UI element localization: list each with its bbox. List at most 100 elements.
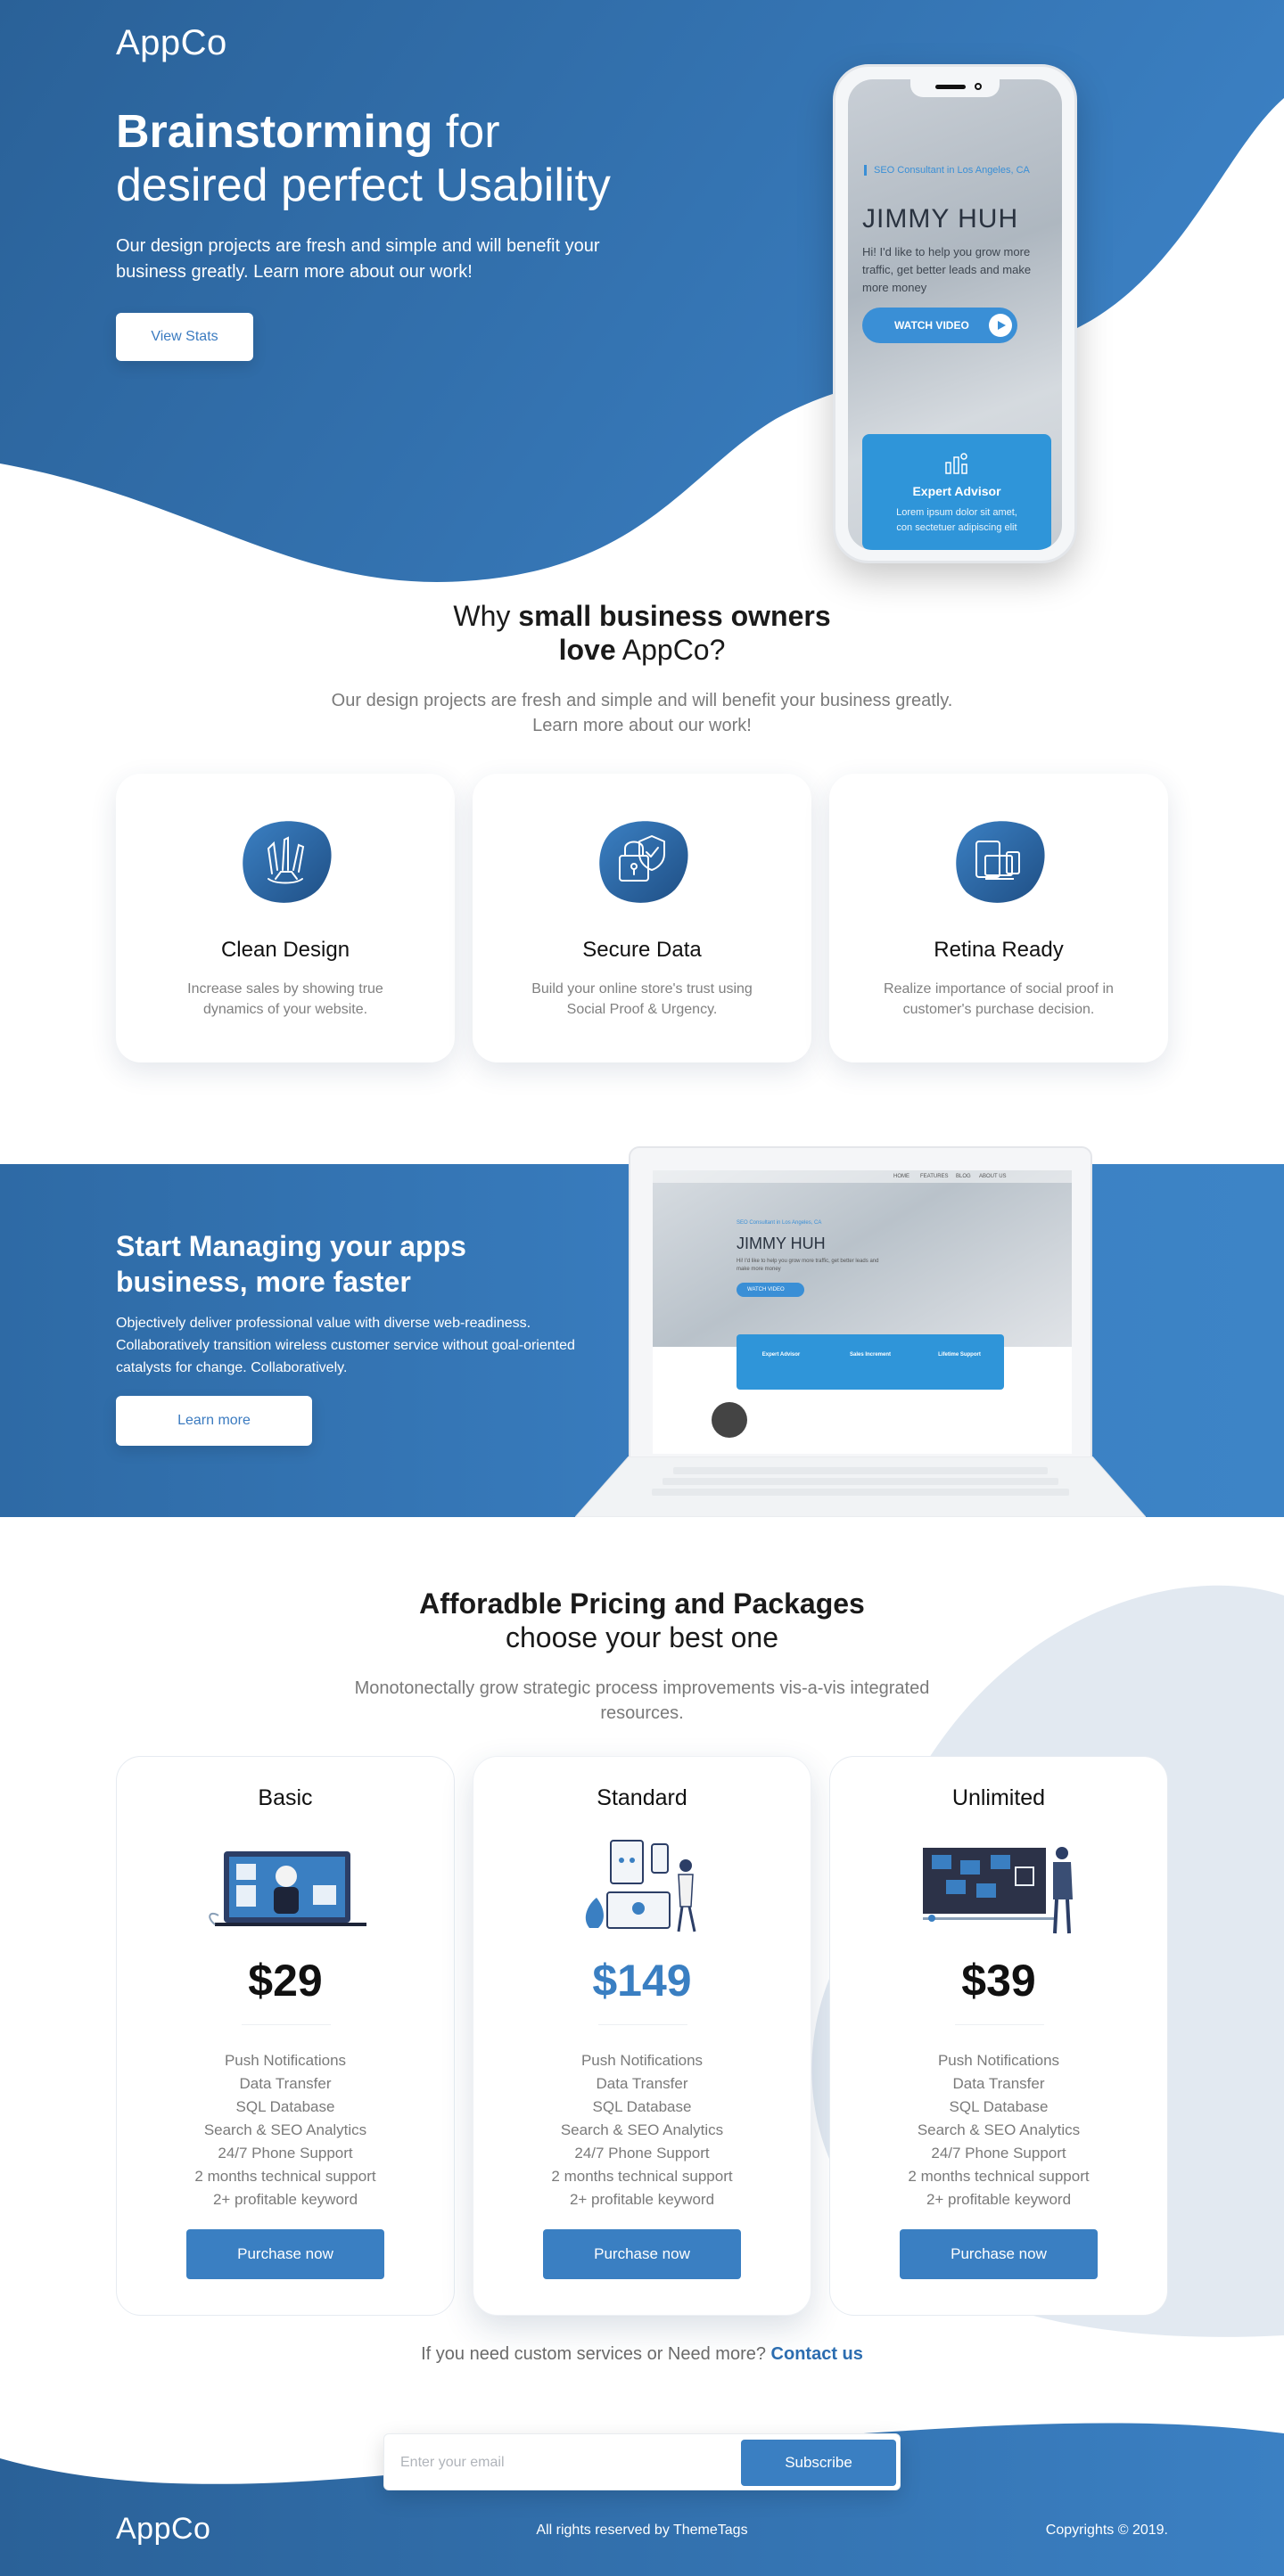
plan-feature: Search & SEO Analytics [917,2121,1081,2138]
newsletter-form: Subscribe [383,2433,901,2490]
view-stats-button[interactable]: View Stats [116,313,253,361]
phone-notch [910,79,1000,97]
manage-title: Start Managing your apps business, more … [116,1230,466,1298]
purchase-standard-button[interactable]: Purchase now [543,2229,741,2279]
phone-text: Hi! I'd like to help you grow more traff… [862,245,1032,294]
nav-item: FEATURES [920,1174,949,1179]
plan-feature: Data Transfer [952,2075,1045,2092]
laptop-tagline: SEO Consultant in Los Angeles, CA [737,1220,822,1226]
divider [955,2024,1044,2025]
plan-feature: SQL Database [949,2098,1049,2115]
plan-feature: 24/7 Phone Support [574,2145,710,2162]
laptop-card: Sales Increment [849,1352,892,1358]
laptop-base [575,1456,1146,1517]
phone-screen: SEO Consultant in Los Angeles, CA JIMMY … [848,79,1062,550]
pricing-card-basic: Basic $29 Push Notifications Data Transf… [116,1756,455,2316]
speaker-grille [935,85,966,89]
plan-feature: SQL Database [235,2098,335,2115]
chart-icon [945,453,967,474]
hero-description: Our design projects are fresh and simple… [116,236,600,282]
plan-features: Push Notifications Data Transfer SQL Dat… [473,2049,811,2211]
phone-card-text: Lorem ipsum dolor sit amet, con sectetue… [896,507,1017,533]
workspace-illustration [209,1851,366,1926]
hero-background [0,0,1284,582]
plan-feature: Search & SEO Analytics [560,2121,724,2138]
divider [242,2024,331,2025]
phone-card-title: Expert Advisor [912,484,1001,498]
plan-feature: 2+ profitable keyword [569,2191,715,2208]
contact-text: If you need custom services or Need more… [421,2344,771,2364]
nav-item: BLOG [956,1174,971,1179]
play-icon [989,314,1012,337]
plan-features: Push Notifications Data Transfer SQL Dat… [117,2049,454,2211]
learn-more-button[interactable]: Learn more [116,1396,312,1446]
plan-feature: 2 months technical support [908,2168,1090,2185]
plan-feature: Search & SEO Analytics [203,2121,367,2138]
laptop-screen: HOME FEATURES BLOG ABOUT US SEO Consulta… [653,1170,1072,1454]
pricing-card-standard: Standard $149 Push Notifications Data Tr… [473,1756,811,2316]
laptop-card: Expert Advisor [761,1352,801,1358]
feature-text: Realize importance of social proof in cu… [884,981,1114,1017]
feature-text: Increase sales by showing true dynamics … [187,981,383,1017]
plan-feature: Push Notifications [937,2052,1060,2069]
why-title-bold: small business owners [518,600,831,632]
hero-title-line2: desired perfect Usability [116,160,611,211]
pricing-title: Afforadble Pricing and Packages choose y… [0,1587,1284,1654]
hero-section: AppCo Brainstorming for desired perfect … [0,0,1284,606]
phone-mockup: SEO Consultant in Los Angeles, CA JIMMY … [833,64,1077,563]
laptop-screen-hero: HOME FEATURES BLOG ABOUT US SEO Consulta… [653,1170,1072,1347]
feature-card-clean-design: Clean Design Increase sales by showing t… [116,774,455,1062]
plan-name: Unlimited [951,1785,1046,1810]
footer-background [0,2423,1284,2576]
subscribe-button[interactable]: Subscribe [741,2440,896,2486]
pricing-card-unlimited: Unlimited $39 Push Notifications Data Tr… [829,1756,1168,2316]
plan-feature: 2+ profitable keyword [926,2191,1072,2208]
feature-card-secure-data: Secure Data Build your online store's tr… [473,774,811,1062]
lock-shield-icon [599,821,688,903]
plan-feature: Data Transfer [239,2075,332,2092]
hero-title: Brainstorming for desired perfect Usabil… [116,105,611,212]
phone-tagline: SEO Consultant in Los Angeles, CA [864,165,1030,176]
pricing-title-bold: Afforadble Pricing and Packages [419,1587,865,1620]
why-title-part1: Why [453,600,519,632]
contact-us-link[interactable]: Contact us [771,2344,863,2364]
plan-name: Standard [597,1785,687,1810]
plan-name: Basic [258,1785,313,1810]
plan-price: $149 [592,1956,692,2006]
why-title-part2: AppCo? [615,634,726,666]
plan-feature: Push Notifications [580,2052,704,2069]
plan-feature: Push Notifications [224,2052,347,2069]
feature-title: Secure Data [582,938,702,962]
email-input[interactable] [400,2450,739,2475]
plan-feature: 2 months technical support [194,2168,376,2185]
presentation-illustration [923,1847,1073,1934]
plan-feature: SQL Database [592,2098,692,2115]
logo[interactable]: AppCo [116,23,227,63]
watch-video-button[interactable]: WATCH VIDEO [862,308,1017,343]
plan-feature: Data Transfer [596,2075,688,2092]
hero-title-rest: for [432,106,500,158]
pencils-icon [243,821,332,903]
pricing-title-line2: choose your best one [506,1621,778,1653]
purchase-basic-button[interactable]: Purchase now [186,2229,384,2279]
camera-dot [975,83,982,90]
pricing-description: Monotonectally grow strategic process im… [354,1678,930,1723]
laptop-watch-button: WATCH VIDEO [737,1283,804,1297]
footer-copyright: Copyrights © 2019. [1045,2523,1168,2538]
plan-features: Push Notifications Data Transfer SQL Dat… [830,2049,1167,2211]
plan-price: $29 [248,1956,323,2006]
laptop-text: Hi! I'd like to help you grow more traff… [737,1259,879,1272]
laptop-name: JIMMY HUH [737,1235,826,1252]
feature-card-retina-ready: Retina Ready Realize importance of socia… [829,774,1168,1062]
plan-price: $39 [961,1956,1036,2006]
why-title: Why small business owners love AppCo? [0,599,1284,667]
watch-video-label: WATCH VIDEO [894,319,969,332]
devices-icon [956,821,1045,903]
phone-name: JIMMY HUH [862,204,1019,234]
manage-description: Objectively deliver professional value w… [116,1316,575,1375]
plan-feature: 24/7 Phone Support [218,2145,353,2162]
nav-item: ABOUT US [979,1174,1007,1179]
purchase-unlimited-button[interactable]: Purchase now [900,2229,1098,2279]
expert-advisor-card: Expert Advisor Lorem ipsum dolor sit ame… [862,434,1051,550]
why-title-bold2: love [558,634,616,666]
